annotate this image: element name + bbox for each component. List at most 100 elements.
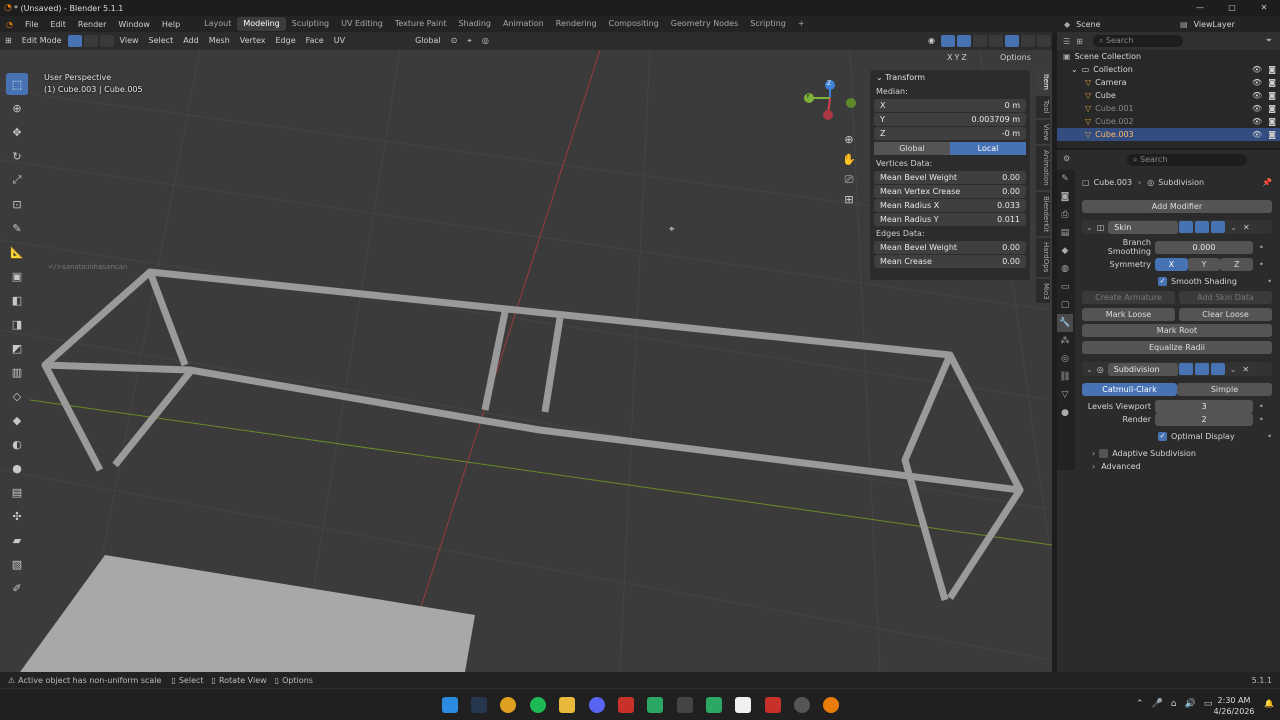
app-icon[interactable] [677,697,693,713]
optimal-display-checkbox[interactable]: ✓ [1158,431,1167,441]
edge-crease-field[interactable]: Mean Crease 0.00 [874,255,1026,268]
edit-tool-icon[interactable]: ✐ [6,577,28,599]
menu-vertex[interactable]: Vertex [235,34,271,48]
symmetry-x-toggle[interactable]: X [1155,257,1188,271]
outliner-item-camera[interactable]: ▽ Camera 👁 ◙ [1057,76,1280,89]
select-box-tool-icon[interactable]: ⬚ [6,73,28,95]
tab-tool[interactable]: Tool [1036,95,1050,118]
scale-tool-icon[interactable]: ⤢ [6,169,28,191]
chrome-icon[interactable] [500,697,516,713]
outliner-item-cube-001[interactable]: ▽ Cube.001 👁 ◙ [1057,102,1280,115]
skin-modifier-header[interactable]: ⌄ ◫ Skin ⌄ ✕ [1082,220,1272,234]
eye-icon[interactable]: 👁 [1252,65,1262,74]
measure-tool-icon[interactable]: 📐 [6,241,28,263]
eye-icon[interactable]: 👁 [1252,78,1262,87]
tab-mio3[interactable]: Mio3 [1036,278,1050,304]
skin-name-field[interactable]: Skin [1108,220,1179,234]
mean-radius-y-field[interactable]: Mean Radius Y 0.011 [874,213,1026,226]
microphone-icon[interactable]: 🎤 [1152,699,1163,709]
catmull-clark-toggle[interactable]: Catmull-Clark [1082,382,1177,396]
render-shading-icon[interactable] [1037,35,1051,47]
proportional-icon[interactable]: ◎ [477,34,494,48]
branch-smoothing-field[interactable]: 0.000 [1155,240,1253,254]
dropdown-icon[interactable]: ⌄ [1230,365,1237,374]
menu-file[interactable]: File [19,20,44,29]
transform-header[interactable]: ⌄ Transform [870,70,1030,85]
tab-texture-paint[interactable]: Texture Paint [389,17,453,31]
zoom-icon[interactable]: ⊕ [839,130,859,150]
keyframe-icon[interactable]: • [1259,243,1264,252]
outliner-item-cube-003[interactable]: ▽ Cube.003 👁 ◙ [1057,128,1280,141]
eye-icon[interactable]: 👁 [1252,104,1262,113]
knife-tool-icon[interactable]: ◇ [6,385,28,407]
app-icon[interactable] [735,697,751,713]
edge-slide-tool-icon[interactable]: ▤ [6,481,28,503]
keyframe-icon[interactable]: • [1267,277,1272,286]
extrude-tool-icon[interactable]: ◧ [6,289,28,311]
collapse-icon[interactable]: ⌄ [1086,365,1093,374]
steam-icon[interactable] [471,697,487,713]
pivot-icon[interactable]: ⊙ [446,34,463,48]
blender-taskbar-icon[interactable] [823,697,839,713]
viewport-toggle-icon[interactable] [1194,363,1209,375]
adaptive-subdivision-panel[interactable]: › Adaptive Subdivision [1082,446,1272,460]
shrink-tool-icon[interactable]: ✣ [6,505,28,527]
display-mode-icon[interactable]: ⊞ [1076,37,1083,46]
levels-viewport-field[interactable]: 3 [1155,399,1253,413]
tab-hardops[interactable]: HardOps [1036,238,1050,277]
tab-uv-editing[interactable]: UV Editing [335,17,389,31]
render-toggle-icon[interactable] [1210,363,1225,375]
mean-radius-x-field[interactable]: Mean Radius X 0.033 [874,199,1026,212]
data-tab-icon[interactable]: ▽ [1057,386,1073,404]
mean-bevel-weight-field[interactable]: Mean Bevel Weight 0.00 [874,171,1026,184]
mirror-x-label[interactable]: X [947,53,952,62]
symmetry-y-toggle[interactable]: Y [1187,257,1221,271]
notification-icon[interactable]: 🔔 [1264,699,1274,708]
collection-row[interactable]: ⌄ ▭ Collection 👁 ◙ [1057,63,1280,76]
add-workspace-button[interactable]: + [792,17,811,31]
app-icon[interactable] [706,697,722,713]
mode-selector[interactable]: Edit Mode [17,34,67,48]
render-icon[interactable]: ◙ [1268,104,1276,113]
gizmo-toggle-icon[interactable] [941,35,955,47]
inset-tool-icon[interactable]: ◨ [6,313,28,335]
pin-icon[interactable]: 📌 [1262,178,1272,187]
menu-view[interactable]: View [115,34,144,48]
clear-loose-button[interactable]: Clear Loose [1179,307,1272,321]
tab-view[interactable]: View [1036,119,1050,145]
menu-face[interactable]: Face [301,34,329,48]
face-select-icon[interactable] [99,35,114,47]
menu-help[interactable]: Help [156,20,186,29]
outliner-search-input[interactable]: ⌕ Search [1092,35,1183,47]
render-icon[interactable]: ◙ [1268,91,1276,100]
menu-select[interactable]: Select [144,34,179,48]
tab-blenderkit[interactable]: BlenderKit [1036,191,1050,237]
keyframe-icon[interactable]: • [1267,432,1272,441]
wireframe-shading-icon[interactable] [989,35,1003,47]
render-tab-icon[interactable]: ◙ [1057,188,1073,206]
clock-time[interactable]: 2:30 AM [1210,695,1258,706]
menu-edge[interactable]: Edge [271,34,301,48]
spotify-icon[interactable] [530,697,546,713]
scene-selector[interactable]: Scene [1076,20,1100,29]
poly-build-tool-icon[interactable]: ◆ [6,409,28,431]
scene-collection-row[interactable]: ▣ Scene Collection [1057,50,1280,63]
orientation-selector[interactable]: Global [410,34,446,48]
tab-animation[interactable]: Animation [497,17,550,31]
modifier-tab-icon[interactable]: 🔧 [1057,314,1073,332]
bevel-tool-icon[interactable]: ◩ [6,337,28,359]
symmetry-z-toggle[interactable]: Z [1220,257,1254,271]
tool-tab-icon[interactable]: ✎ [1057,170,1073,188]
menu-add[interactable]: Add [178,34,204,48]
render-levels-field[interactable]: 2 [1155,412,1253,426]
render-icon[interactable]: ◙ [1268,78,1276,87]
shear-tool-icon[interactable]: ▰ [6,529,28,551]
view-layer-selector[interactable]: ViewLayer [1194,20,1235,29]
tab-geometry-nodes[interactable]: Geometry Nodes [665,17,744,31]
add-skin-data-button[interactable]: Add Skin Data [1179,290,1272,304]
outliner-item-cube[interactable]: ▽ Cube 👁 ◙ [1057,89,1280,102]
collapse-icon[interactable]: ⌄ [1086,223,1093,232]
start-menu-icon[interactable] [442,697,458,713]
tab-modeling[interactable]: Modeling [237,17,286,31]
rip-tool-icon[interactable]: ▧ [6,553,28,575]
